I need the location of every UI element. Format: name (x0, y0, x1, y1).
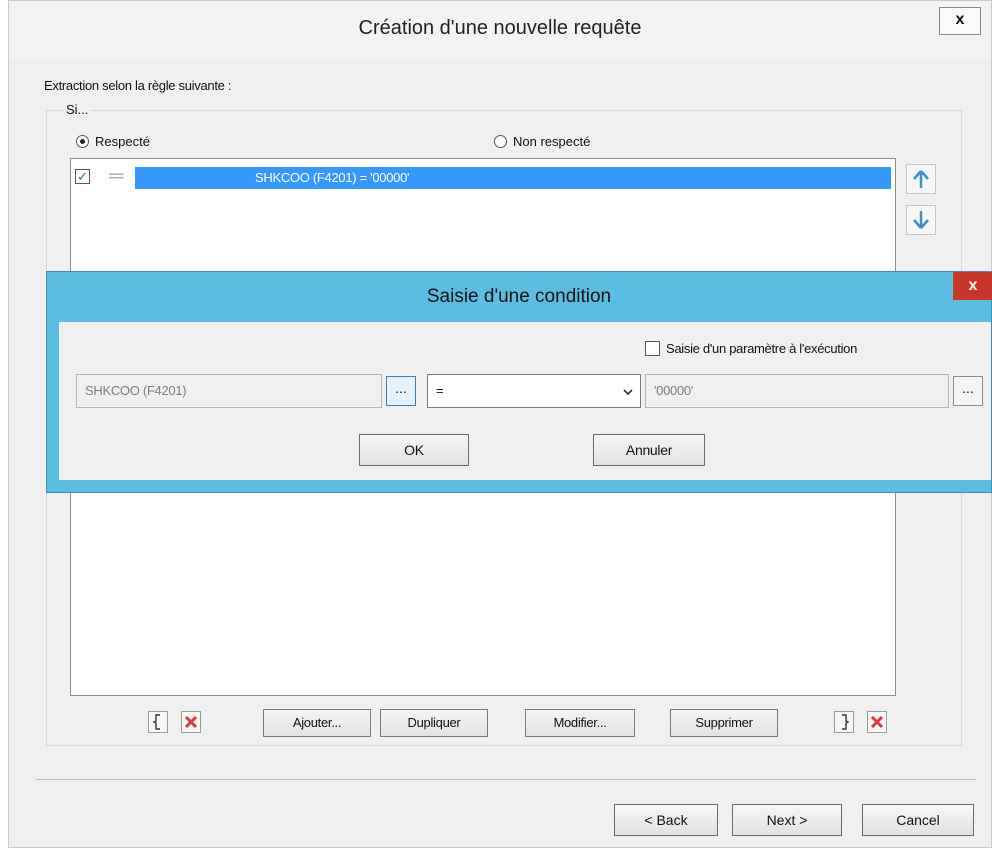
condition-dialog: Saisie d'une condition x Saisie d'un par… (46, 271, 992, 493)
close-brace-button[interactable] (834, 711, 854, 733)
condition-dialog-close-button[interactable]: x (953, 272, 992, 300)
add-button[interactable]: Ajouter... (263, 709, 371, 737)
separator (36, 779, 976, 780)
runtime-param-checkbox[interactable]: Saisie d'un paramètre à l'exécution (645, 341, 857, 356)
dialog-cancel-button[interactable]: Annuler (593, 434, 705, 466)
radio-respecte[interactable]: Respecté (76, 134, 150, 149)
extraction-label: Extraction selon la règle suivante : (44, 78, 232, 93)
radio-checked-indicator (76, 135, 89, 148)
condition-row[interactable]: ✓ ═ SHKCOO (F4201) = '00000' (71, 163, 895, 189)
runtime-param-label: Saisie d'un paramètre à l'exécution (666, 341, 858, 356)
delete-red-x-icon (870, 715, 884, 729)
radio-non-respecte-label: Non respecté (513, 134, 591, 149)
delete-open-brace-button[interactable] (181, 711, 201, 733)
delete-red-x-icon (184, 715, 198, 729)
ok-button[interactable]: OK (359, 434, 469, 466)
duplicate-button[interactable]: Dupliquer (380, 709, 488, 737)
move-down-button[interactable] (906, 205, 936, 235)
condition-text[interactable]: SHKCOO (F4201) = '00000' (135, 167, 891, 189)
window-title: Création d'une nouvelle requête (358, 17, 642, 39)
delete-button[interactable]: Supprimer (670, 709, 778, 737)
move-up-button[interactable] (906, 164, 936, 194)
window-close-button[interactable]: x (939, 7, 981, 35)
value-browse-button[interactable]: ... (953, 376, 983, 406)
operator-select[interactable]: = (427, 374, 641, 408)
arrow-down-icon (913, 211, 929, 229)
open-brace-icon (152, 714, 160, 730)
checkbox-box (645, 341, 660, 356)
main-titlebar: Création d'une nouvelle requête x (9, 1, 991, 59)
condition-dialog-body: Saisie d'un paramètre à l'exécution SHKC… (59, 322, 991, 480)
arrow-up-icon (913, 170, 929, 188)
modify-button[interactable]: Modifier... (525, 709, 635, 737)
open-brace-button[interactable] (148, 711, 168, 733)
field-browse-button[interactable]: ... (386, 376, 416, 406)
equals-icon: ═ (109, 165, 124, 187)
chevron-down-icon (622, 375, 634, 407)
radio-respecte-label: Respecté (95, 134, 150, 149)
back-button[interactable]: < Back (614, 804, 718, 836)
operator-value: = (436, 383, 444, 398)
delete-close-brace-button[interactable] (867, 711, 887, 733)
close-brace-icon (842, 714, 850, 730)
condition-dialog-title: Saisie d'une condition (426, 286, 612, 307)
condition-checkbox[interactable]: ✓ (75, 169, 90, 184)
cancel-button[interactable]: Cancel (862, 804, 974, 836)
next-button[interactable]: Next > (732, 804, 842, 836)
value-input[interactable]: '00000' (645, 374, 949, 408)
group-label: Si... (64, 102, 91, 117)
radio-non-respecte[interactable]: Non respecté (494, 134, 590, 149)
radio-unchecked-indicator (494, 135, 507, 148)
field-input[interactable]: SHKCOO (F4201) (76, 374, 382, 408)
